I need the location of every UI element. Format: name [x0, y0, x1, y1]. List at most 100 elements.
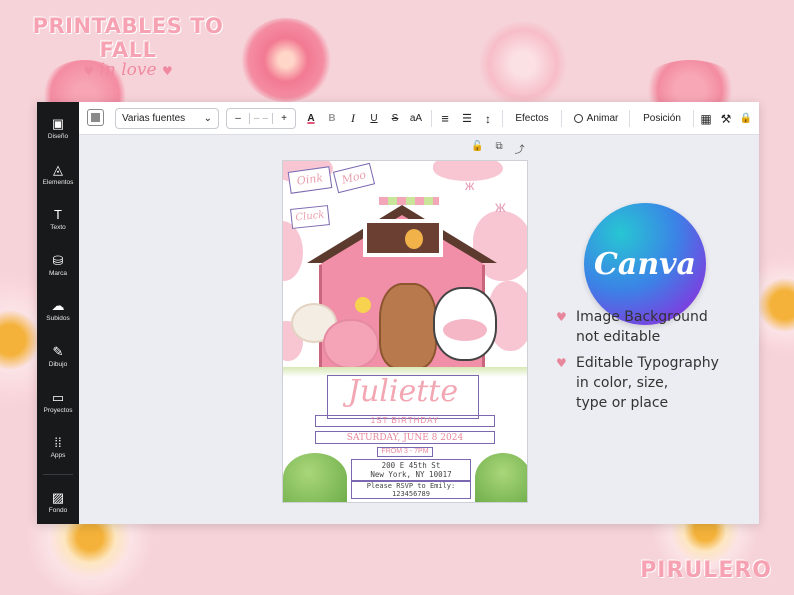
time-frame[interactable]: FROM 3 - 7PM — [377, 447, 433, 457]
tag-cluck[interactable]: Cluck — [290, 205, 330, 229]
lock-icon[interactable]: 🔒 — [737, 108, 755, 129]
toolbar-divider — [693, 110, 694, 127]
layout-icon: ▣ — [51, 116, 65, 131]
fill-color-swatch[interactable] — [87, 109, 104, 126]
sidebar-item-background[interactable]: ▨ Fondo — [37, 490, 79, 514]
brand-icon: ⛁ — [52, 253, 64, 268]
bold-button[interactable]: B — [324, 108, 340, 129]
bush-right — [475, 453, 527, 502]
rsvp-frame[interactable]: Please RSVP to Emily: 123456789 — [351, 481, 471, 499]
animate-icon — [573, 114, 583, 123]
cow-muzzle — [443, 319, 487, 341]
sidebar: ▣ Diseño ◬ Elementos T Texto ⛁ Marca ☁ Subido… — [37, 102, 79, 524]
flower-decoration — [240, 18, 332, 102]
size-increase-button[interactable]: + — [273, 113, 295, 124]
effects-button[interactable]: Efectos — [508, 108, 556, 129]
draw-icon: ✎ — [52, 344, 64, 359]
heart-icon: ♥ — [83, 64, 95, 78]
flower-decoration — [755, 240, 794, 370]
feature-item: ♥ Image Background not editable — [556, 307, 708, 347]
feature-line: Editable Typography — [576, 355, 719, 371]
chevron-down-icon: ⌄ — [203, 113, 212, 124]
strikethrough-button[interactable]: S — [387, 108, 403, 129]
background-icon: ▨ — [51, 490, 65, 505]
pennant-banner — [379, 197, 439, 205]
shapes-icon: ◬ — [53, 162, 63, 177]
horse-illustration — [379, 283, 437, 369]
toolbar: Varias fuentes ⌄ – – – + A B I U S aA ≡ … — [79, 102, 759, 135]
heart-icon: ♥ — [556, 356, 567, 370]
toolbar-divider — [629, 110, 630, 127]
feature-line: not editable — [576, 329, 661, 345]
cow-spot — [283, 221, 303, 281]
heart-icon: ♥ — [161, 64, 173, 78]
font-size-input[interactable]: – – — [249, 113, 273, 124]
brand-title: PRINTABLES TO FALL — [32, 14, 224, 62]
animate-label: Animar — [586, 113, 619, 124]
spacing-icon[interactable]: ↕ — [480, 108, 496, 129]
date-text: SATURDAY, JUNE 8 2024 — [346, 433, 464, 443]
letter-case-button[interactable]: aA — [406, 108, 426, 129]
toolbar-divider — [561, 110, 562, 127]
name-frame[interactable]: Juliette — [327, 374, 479, 419]
paint-format-icon[interactable]: ⚒ — [717, 108, 735, 129]
address-frame[interactable]: 200 E 45th St New York, NY 10017 — [351, 459, 471, 481]
brand-subtitle: ♥ in love ♥ — [18, 60, 238, 80]
butterfly-icon: ж — [465, 177, 475, 193]
font-select[interactable]: Varias fuentes ⌄ — [115, 108, 219, 129]
sidebar-item-elements[interactable]: ◬ Elementos — [37, 162, 79, 186]
toolbar-divider — [431, 110, 432, 127]
sidebar-item-apps[interactable]: ⁞⁞ Apps — [37, 435, 79, 459]
brand-tagline: in love — [99, 60, 157, 80]
chick-illustration — [355, 297, 371, 313]
sidebar-item-uploads[interactable]: ☁ Subidos — [37, 298, 79, 322]
canvas-area: 🔓 ⧉ ⤴ Oink Moo Cluck ж ж Juliette 1ST BI… — [79, 135, 759, 524]
text-color-button[interactable]: A — [303, 108, 319, 129]
butterfly-icon: ж — [495, 199, 506, 216]
invitation-name: Juliette — [347, 374, 459, 409]
heart-icon: ♥ — [556, 310, 567, 324]
align-icon[interactable]: ≡ — [437, 108, 453, 129]
upload-icon: ☁ — [51, 298, 65, 313]
font-size-stepper: – – – + — [226, 108, 296, 129]
underline-button[interactable]: U — [366, 108, 382, 129]
feature-item: ♥ Editable Typography in color, size, ty… — [556, 353, 719, 413]
address-line-1: 200 E 45th St — [381, 461, 441, 470]
folder-icon: ▭ — [51, 390, 65, 405]
address-line-2: New York, NY 10017 — [370, 470, 452, 479]
sidebar-item-projects[interactable]: ▭ Proyectos — [37, 390, 79, 414]
brand-logo: PRINTABLES TO FALL ♥ in love ♥ — [18, 14, 238, 80]
flower-decoration — [478, 22, 568, 106]
unlock-icon[interactable]: 🔓 — [471, 141, 483, 156]
position-button[interactable]: Posición — [635, 108, 689, 129]
feature-line: in color, size, — [576, 375, 669, 391]
font-select-value: Varias fuentes — [122, 113, 186, 124]
feature-line: Image Background — [576, 309, 708, 325]
feature-line: type or place — [576, 395, 669, 411]
italic-button[interactable]: I — [345, 108, 361, 129]
date-frame[interactable]: SATURDAY, JUNE 8 2024 — [315, 431, 495, 444]
rsvp-line-1: Please RSVP to Emily: — [366, 482, 456, 490]
birthday-frame[interactable]: 1ST BIRTHDAY — [315, 415, 495, 427]
toolbar-divider — [502, 110, 503, 127]
sidebar-item-design[interactable]: ▣ Diseño — [37, 116, 79, 140]
rsvp-line-2: 123456789 — [392, 490, 430, 498]
invitation-page[interactable]: Oink Moo Cluck ж ж Juliette 1ST BIRTHDAY… — [282, 160, 528, 503]
animate-button[interactable]: Animar — [567, 108, 625, 129]
list-icon[interactable]: ☰ — [459, 108, 475, 129]
transparency-icon[interactable]: ▦ — [697, 108, 715, 129]
page-actions: 🔓 ⧉ ⤴ — [471, 141, 525, 156]
sidebar-item-brand[interactable]: ⛁ Marca — [37, 253, 79, 277]
apps-icon: ⁞⁞ — [54, 435, 62, 450]
bush-left — [283, 453, 347, 502]
duplicate-icon[interactable]: ⧉ — [495, 141, 502, 156]
time-text: FROM 3 - 7PM — [381, 448, 429, 455]
canva-logo-text: Canva — [594, 246, 696, 282]
add-page-icon[interactable]: ⤴ — [515, 141, 525, 156]
pig-illustration — [323, 319, 379, 369]
sidebar-item-draw[interactable]: ✎ Dibujo — [37, 344, 79, 368]
birthday-text: 1ST BIRTHDAY — [370, 416, 440, 425]
size-decrease-button[interactable]: – — [227, 113, 249, 124]
sidebar-item-text[interactable]: T Texto — [37, 207, 79, 231]
pirulero-signature: PIRULERO — [640, 558, 772, 583]
